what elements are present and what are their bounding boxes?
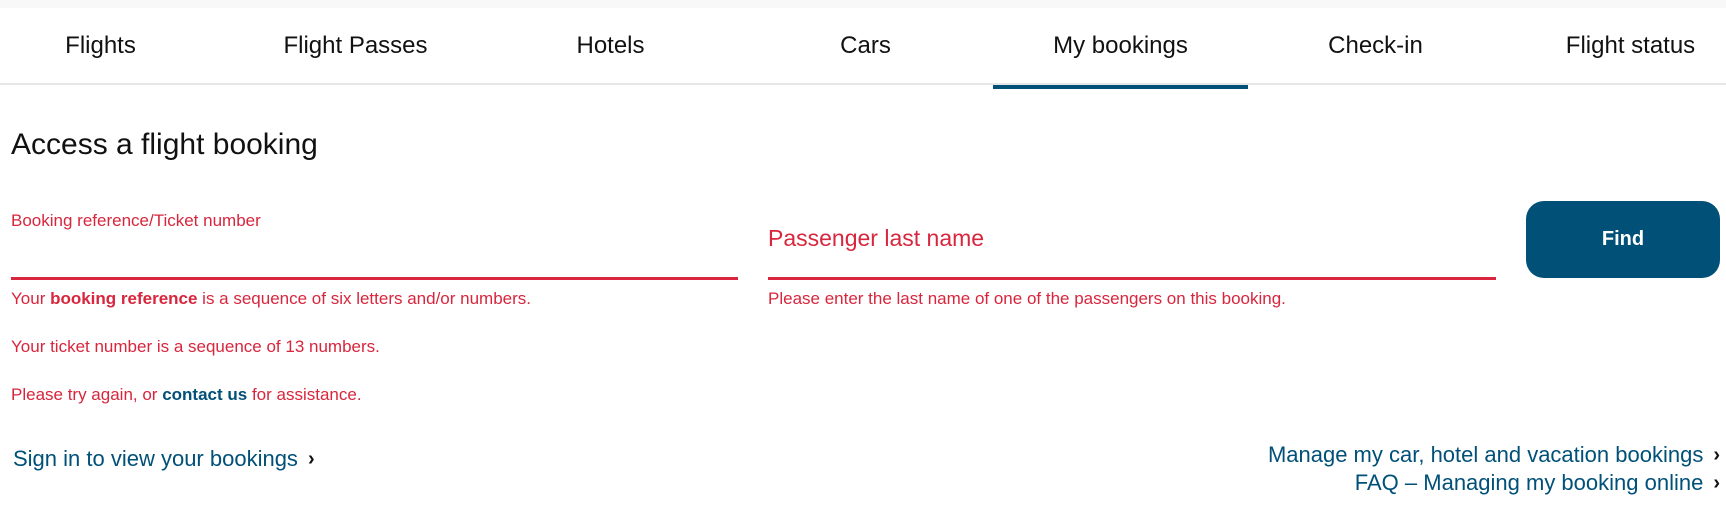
error-text: Please try again, or: [11, 385, 163, 404]
chevron-right-icon: ›: [1713, 471, 1720, 494]
manage-other-bookings-link[interactable]: Manage my car, hotel and vacation bookin…: [1268, 442, 1720, 468]
booking-reference-error-2: Your ticket number is a sequence of 13 n…: [11, 337, 380, 356]
chevron-right-icon: ›: [1713, 443, 1720, 466]
manage-other-bookings-label: Manage my car, hotel and vacation bookin…: [1267, 442, 1704, 467]
tab-check-in[interactable]: Check-in: [1248, 8, 1503, 83]
booking-reference-label: Booking reference/Ticket number: [11, 211, 261, 230]
last-name-input[interactable]: [768, 225, 1496, 275]
last-name-field: Passenger last name: [768, 225, 1496, 283]
main-nav: Flights Flight Passes Hotels Cars My boo…: [0, 8, 1726, 89]
tab-cars[interactable]: Cars: [738, 8, 993, 83]
top-strip: [0, 0, 1726, 8]
sign-in-link[interactable]: Sign in to view your bookings ›: [13, 446, 315, 472]
error-text: for assistance.: [247, 385, 362, 404]
sign-in-link-label: Sign in to view your bookings: [13, 446, 298, 471]
contact-us-link[interactable]: contact us: [162, 385, 247, 404]
chevron-right-icon: ›: [307, 447, 315, 470]
faq-link-label: FAQ – Managing my booking online: [1354, 470, 1704, 495]
booking-reference-underline: [11, 277, 738, 280]
booking-reference-error-1: Your booking reference is a sequence of …: [11, 289, 531, 309]
find-button[interactable]: Find: [1526, 201, 1720, 278]
tab-flight-status[interactable]: Flight status: [1503, 8, 1726, 83]
last-name-underline: [768, 277, 1496, 280]
booking-reference-field: Booking reference/Ticket number: [11, 211, 738, 283]
page-title: Access a flight booking: [11, 128, 318, 161]
error-emphasis: booking reference: [50, 289, 198, 308]
booking-reference-error-3: Please try again, or contact us for assi…: [11, 385, 362, 405]
tab-flight-passes[interactable]: Flight Passes: [228, 8, 483, 83]
error-text: Your: [11, 289, 51, 308]
tab-hotels[interactable]: Hotels: [483, 8, 738, 83]
booking-reference-input[interactable]: [11, 243, 738, 273]
error-text: is a sequence of six letters and/or numb…: [197, 289, 532, 308]
faq-link[interactable]: FAQ – Managing my booking online ›: [1355, 470, 1720, 496]
tab-my-bookings[interactable]: My bookings: [993, 8, 1248, 89]
last-name-error: Please enter the last name of one of the…: [768, 289, 1286, 308]
tab-flights[interactable]: Flights: [0, 8, 228, 83]
